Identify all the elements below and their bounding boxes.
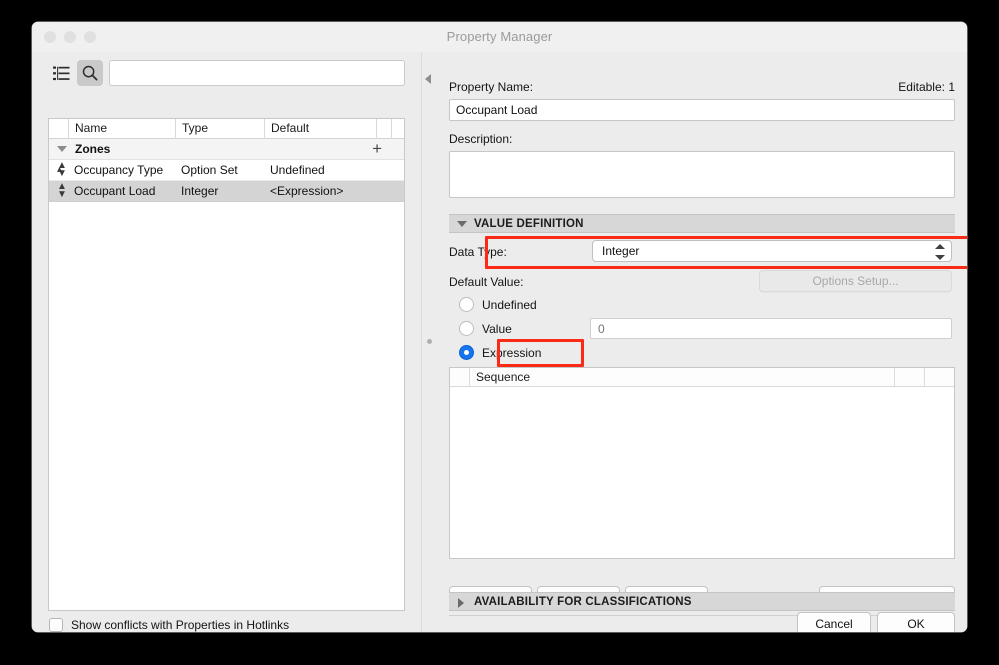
default-value-label: Default Value: — [449, 275, 524, 289]
data-type-select[interactable]: Integer — [592, 240, 952, 262]
list-group-row-zones[interactable]: Zones + — [49, 139, 404, 160]
list-group-label: Zones — [75, 142, 111, 156]
options-setup-label: Options Setup... — [812, 274, 899, 288]
search-input[interactable] — [109, 60, 405, 86]
search-icon[interactable] — [77, 60, 103, 86]
stepper-icon[interactable] — [934, 244, 945, 260]
window-titlebar: Property Manager — [32, 22, 967, 53]
row-type: Integer — [181, 184, 219, 198]
data-type-label: Data Type: — [449, 245, 507, 259]
chevron-up-icon — [934, 244, 945, 249]
property-name-input[interactable] — [449, 99, 955, 121]
window-body: Name Type Default Zones + ▴ ▲ ▼ Occupanc… — [32, 52, 967, 632]
data-type-value: Integer — [602, 244, 640, 258]
section-title: AVAILABILITY FOR CLASSIFICATIONS — [474, 596, 692, 608]
close-button[interactable] — [44, 31, 56, 43]
disclosure-triangle-icon[interactable] — [458, 598, 464, 608]
show-conflicts-checkbox[interactable] — [49, 618, 63, 632]
column-header-seq-extra-1[interactable] — [894, 368, 924, 386]
add-property-icon[interactable]: + — [372, 139, 382, 159]
splitter-drag-handle[interactable] — [427, 339, 432, 344]
screenshot-canvas: Property Manager Name Type Default Zones… — [0, 0, 999, 665]
list-view-icon[interactable] — [48, 60, 74, 86]
column-header-extra-2[interactable] — [391, 119, 404, 138]
ok-button[interactable]: OK — [877, 612, 955, 632]
zoom-button[interactable] — [84, 31, 96, 43]
description-label: Description: — [449, 132, 513, 146]
section-title: VALUE DEFINITION — [474, 218, 584, 230]
sequence-list-header: Sequence — [450, 368, 954, 387]
options-setup-button[interactable]: Options Setup... — [759, 270, 952, 292]
row-default: <Expression> — [270, 184, 344, 198]
table-row[interactable]: ▲ ▼ Occupant Load Integer <Expression> — [49, 181, 404, 202]
disclosure-triangle-icon[interactable] — [57, 146, 67, 152]
panel-splitter[interactable] — [421, 52, 439, 632]
cancel-button-label: Cancel — [815, 616, 853, 631]
window-title: Property Manager — [446, 29, 553, 44]
column-header-seq-extra-2[interactable] — [924, 368, 954, 386]
radio-undefined[interactable] — [459, 297, 474, 312]
property-manager-window: Property Manager Name Type Default Zones… — [32, 22, 967, 632]
sequence-list[interactable]: Sequence — [449, 367, 955, 559]
column-header-type[interactable]: Type — [175, 119, 264, 138]
table-row[interactable]: ▴ ▲ ▼ Occupancy Type Option Set Undefine… — [49, 160, 404, 181]
properties-list-header: Name Type Default — [49, 119, 404, 139]
radio-value[interactable] — [459, 321, 474, 336]
row-type: Option Set — [181, 163, 238, 177]
radio-row-expression[interactable]: Expression — [459, 345, 541, 360]
description-input[interactable] — [449, 151, 955, 198]
radio-undefined-label: Undefined — [482, 297, 537, 312]
section-header-availability[interactable]: AVAILABILITY FOR CLASSIFICATIONS — [449, 592, 955, 611]
row-name: Occupancy Type — [74, 163, 164, 177]
radio-expression[interactable] — [459, 345, 474, 360]
editable-count-label: Editable: 1 — [898, 80, 955, 94]
radio-expression-label: Expression — [482, 345, 542, 360]
show-conflicts-checkbox-row[interactable]: Show conflicts with Properties in Hotlin… — [49, 618, 289, 632]
section-header-value-definition[interactable]: VALUE DEFINITION — [449, 214, 955, 233]
ok-button-label: OK — [907, 616, 925, 631]
chevron-down-icon — [934, 255, 945, 260]
column-header-name[interactable]: Name — [68, 119, 175, 138]
properties-left-panel: Name Type Default Zones + ▴ ▲ ▼ Occupanc… — [32, 52, 421, 632]
property-name-label: Property Name: — [449, 80, 534, 94]
cancel-button[interactable]: Cancel — [797, 612, 871, 632]
column-header-sequence[interactable]: Sequence — [469, 368, 894, 386]
radio-value-label: Value — [482, 321, 512, 336]
property-detail-panel: Property Name: Editable: 1 Description: … — [438, 52, 967, 632]
column-header-default[interactable]: Default — [264, 119, 376, 138]
row-default: Undefined — [270, 163, 325, 177]
dialog-buttons: Cancel OK — [449, 612, 955, 632]
minimize-button[interactable] — [64, 31, 76, 43]
show-conflicts-label: Show conflicts with Properties in Hotlin… — [71, 618, 290, 632]
traffic-light-group — [44, 31, 96, 43]
row-name: Occupant Load — [74, 184, 156, 198]
left-toolbar — [32, 52, 421, 94]
sort-down-icon: ▼ — [57, 189, 67, 200]
collapse-left-arrow-icon[interactable] — [425, 74, 431, 84]
properties-list[interactable]: Name Type Default Zones + ▴ ▲ ▼ Occupanc… — [48, 118, 405, 611]
radio-row-undefined[interactable]: Undefined — [459, 297, 537, 312]
radio-row-value[interactable]: Value — [459, 321, 512, 336]
column-header-extra-1[interactable] — [376, 119, 391, 138]
default-value-input[interactable] — [590, 318, 952, 339]
disclosure-triangle-icon[interactable] — [457, 221, 467, 227]
